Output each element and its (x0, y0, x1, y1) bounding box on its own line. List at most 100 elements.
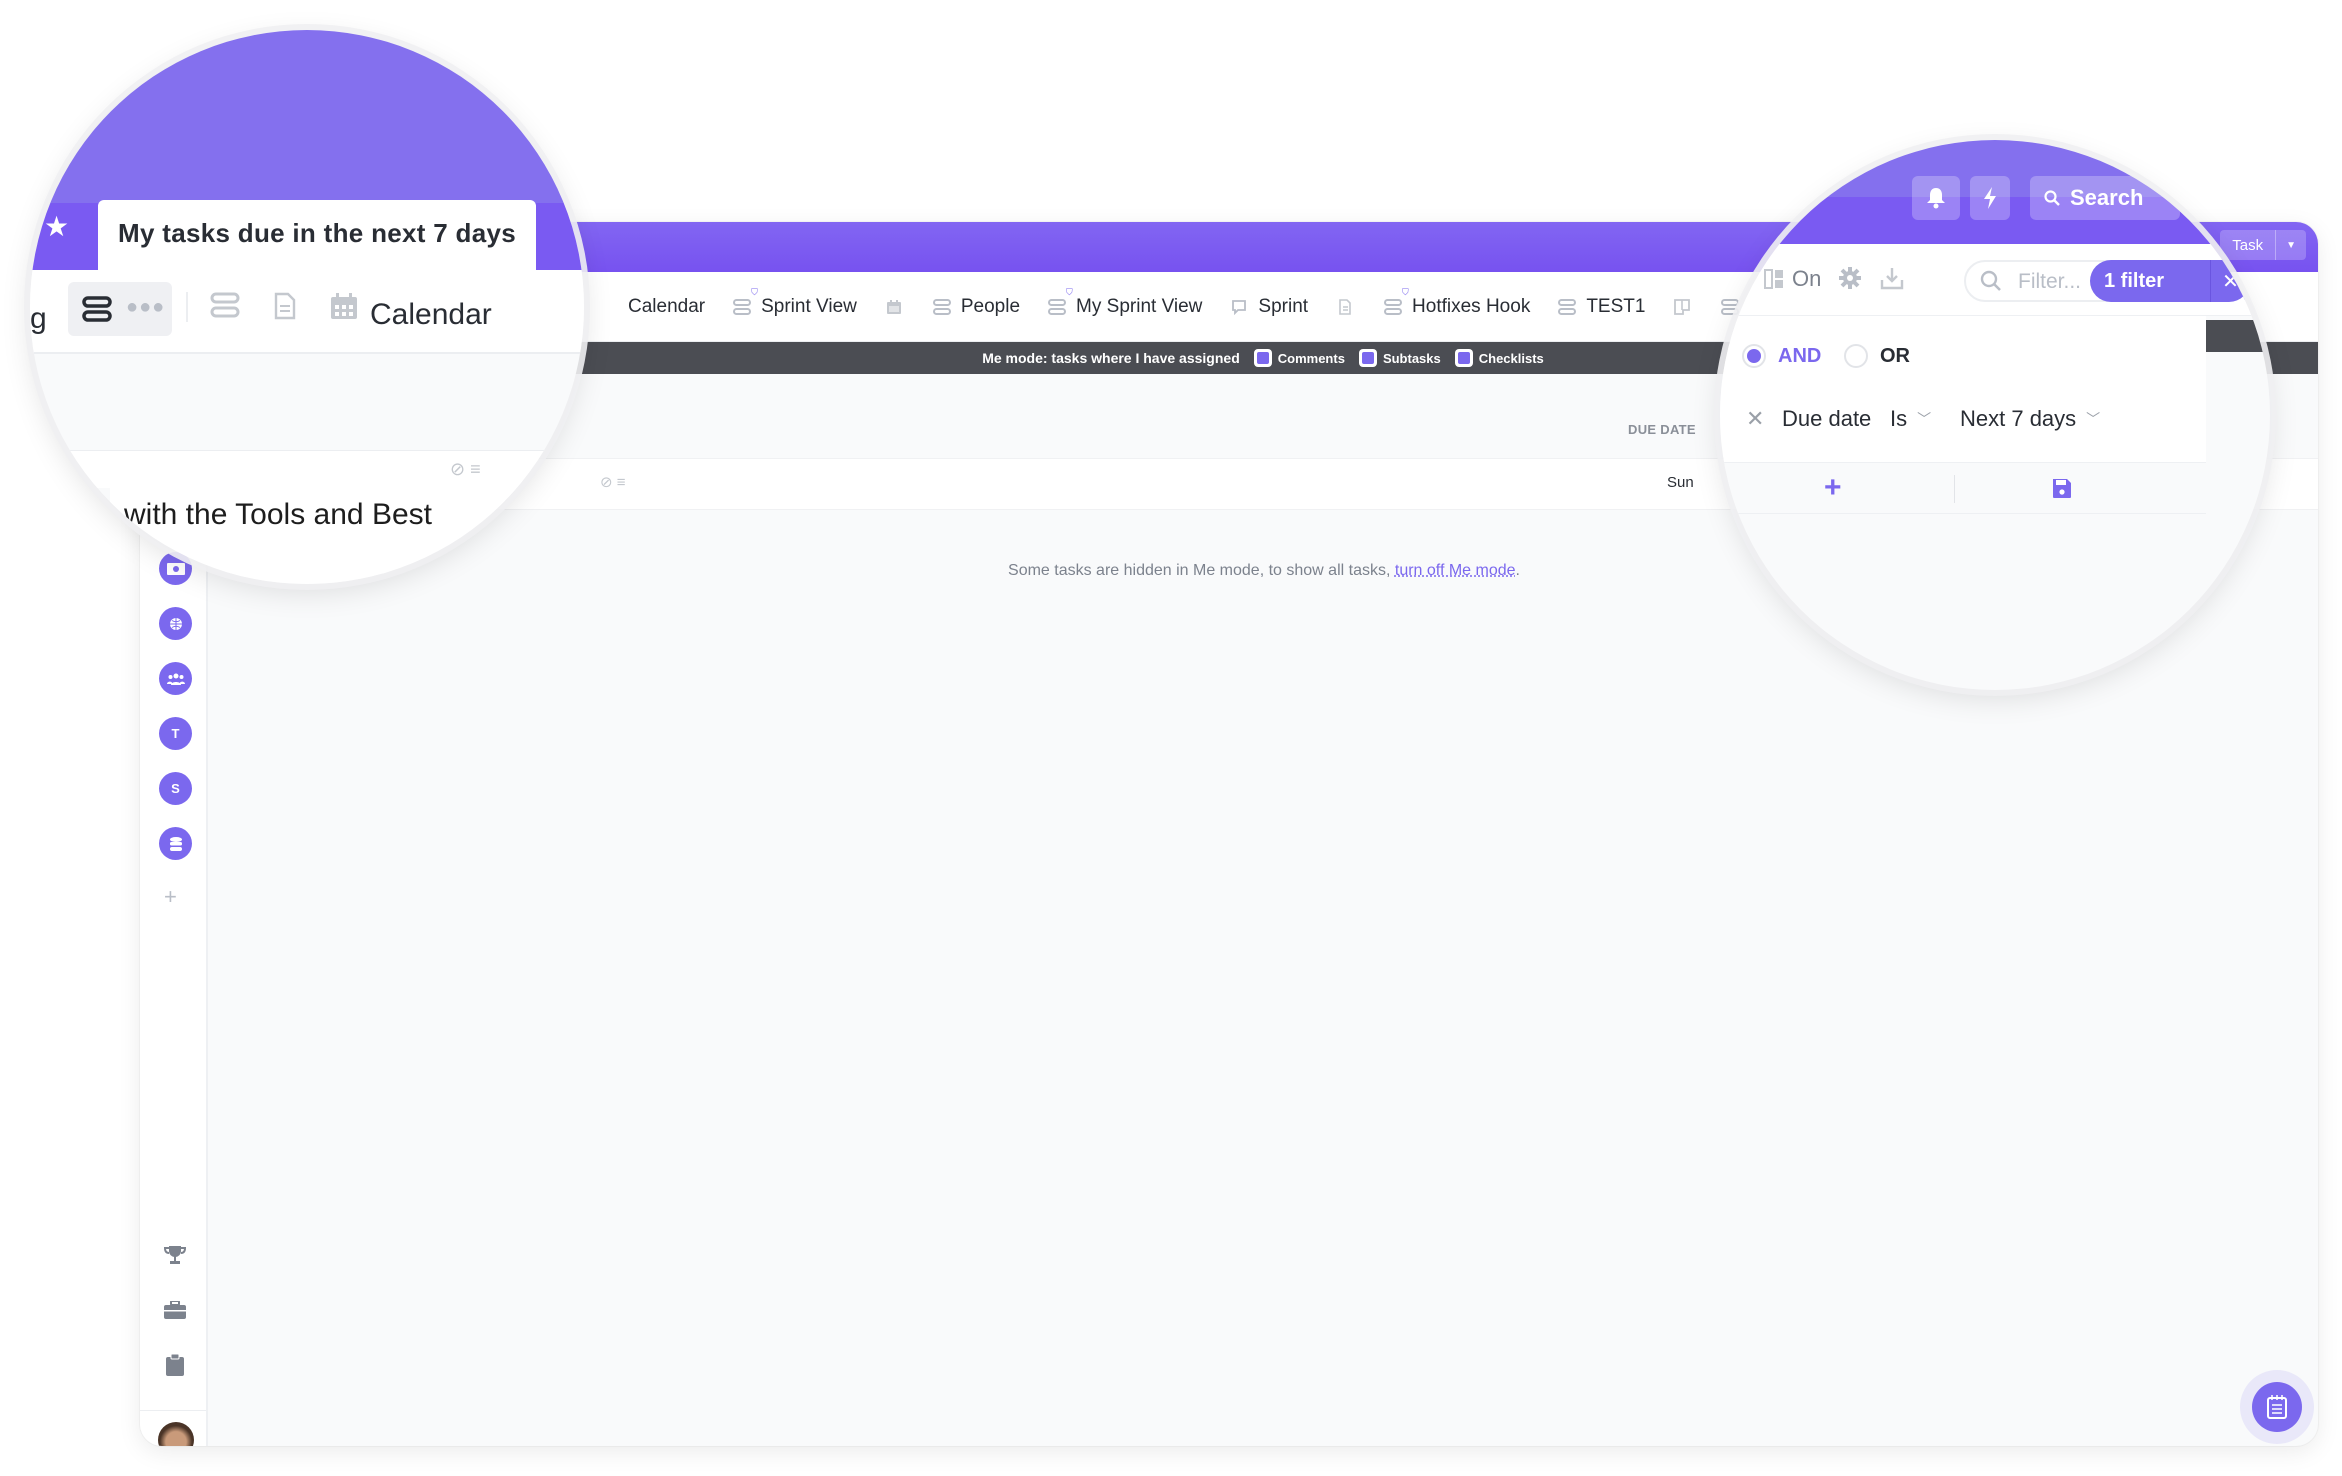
clear-filter-button[interactable]: ✕ (2210, 260, 2250, 302)
add-filter-button[interactable]: + (1824, 471, 1842, 505)
list-icon: ⛉ (1382, 287, 1409, 317)
chevron-down-icon: ﹀ (1917, 411, 1932, 427)
view-tab-hotfixes-hook[interactable]: ⛉ Hotfixes Hook (1382, 287, 1530, 318)
column-header-due-date[interactable]: DUE DATE (1628, 422, 1696, 437)
actions-divider (1954, 475, 1955, 503)
doc-icon (1334, 297, 1356, 317)
attachment-icon: ⊘ ≡ (450, 459, 481, 479)
shield-icon: ⛉ (1402, 286, 1409, 297)
turn-off-me-mode-link[interactable]: turn off Me mode (1395, 562, 1516, 579)
radio-label: OR (1880, 344, 1910, 367)
briefcase-icon[interactable] (162, 1297, 188, 1323)
hidden-message-text: Some tasks are hidden in Me mode, to sho… (1008, 562, 1395, 579)
task-title-fragment[interactable]: with the Tools and Best (110, 488, 584, 584)
filter-panel: AND OR ✕ Due date Is ﹀ Next 7 days ﹀ (1720, 316, 2206, 462)
quick-action-button[interactable] (1970, 176, 2010, 220)
me-mode-comments-checkbox[interactable]: Comments (1253, 349, 1345, 367)
me-mode-subtasks-checkbox[interactable]: Subtasks (1358, 349, 1441, 367)
space-team-icon[interactable] (159, 662, 192, 695)
list-icon: ⛉ (1046, 287, 1073, 317)
space-avatar-s[interactable]: S (159, 772, 192, 805)
lightning-icon (1984, 187, 1996, 209)
calendar-icon (883, 297, 905, 317)
shield-icon: ⛉ (751, 286, 758, 297)
active-view-tab[interactable]: My tasks due in the next 7 days (98, 200, 536, 270)
magnified-sidebar-edge (90, 488, 92, 584)
settings-gear-icon[interactable] (1838, 266, 1862, 295)
view-tab-label: People (960, 295, 1021, 317)
space-avatar-t[interactable]: T (159, 717, 192, 750)
magnified-task-row[interactable]: ⊘ ≡ (30, 450, 584, 488)
view-tab-calendar-2[interactable] (883, 297, 905, 317)
view-tab-board[interactable] (1671, 297, 1693, 317)
operator-label: Is (1890, 406, 1908, 431)
bell-icon (1927, 188, 1945, 209)
search-icon (2044, 190, 2060, 206)
view-tab-doc[interactable] (1334, 297, 1356, 317)
space-database-icon[interactable] (159, 827, 192, 860)
filter-operator-select[interactable]: Is ﹀ (1890, 406, 1931, 432)
list-icon (82, 296, 112, 327)
view-tab-label: Calendar (628, 295, 706, 317)
view-tab-label: My Sprint View (1076, 295, 1203, 317)
list-icon: ⛉ (731, 287, 758, 317)
me-mode-toggle-label: On (1792, 266, 1822, 291)
filter-placeholder: Filter... (2018, 270, 2082, 293)
search-icon (1980, 270, 2002, 297)
me-mode-toggle[interactable]: On (1764, 266, 1821, 292)
radio-label: AND (1778, 344, 1822, 367)
new-task-dropdown-caret[interactable]: ▼ (2275, 230, 2306, 260)
view-tab-my-sprint-view[interactable]: ⛉ My Sprint View (1046, 287, 1203, 318)
calendar-icon[interactable] (330, 292, 358, 325)
logic-and-radio[interactable]: AND (1742, 344, 1821, 368)
save-filter-button[interactable] (2052, 477, 2072, 504)
doc-icon[interactable] (274, 292, 296, 325)
magnifier-filter-panel: Search ▼ On Filter... 1 filter ✕ AND (1720, 140, 2270, 690)
space-globe-icon[interactable] (159, 607, 192, 640)
view-tab-people[interactable]: People (931, 296, 1020, 318)
chat-icon (1228, 297, 1250, 317)
me-mode-bar-edge (2206, 320, 2270, 352)
remove-condition-icon[interactable]: ✕ (1746, 406, 1764, 432)
view-tab-test1[interactable]: TEST1 (1556, 296, 1645, 318)
partial-view-label: g (30, 302, 47, 335)
favorite-star-icon[interactable]: ★ (44, 210, 69, 243)
download-icon[interactable] (1880, 266, 1904, 295)
notifications-button[interactable] (1912, 176, 1960, 220)
magnifier-view-tabs: ★ My tasks due in the next 7 days g ●●● … (30, 30, 584, 584)
logic-or-radio[interactable]: OR (1844, 344, 1910, 368)
save-icon (2053, 479, 2071, 498)
hidden-message-suffix: . (1515, 562, 1520, 579)
view-tab-calendar-magnified[interactable]: Calendar (370, 298, 492, 332)
view-tab-label: TEST1 (1586, 295, 1646, 317)
clipboard-icon[interactable] (162, 1352, 188, 1378)
value-label: Next 7 days (1960, 406, 2077, 431)
view-tab-sprint-view[interactable]: ⛉ Sprint View (731, 287, 857, 318)
list-icon (1556, 297, 1578, 317)
search-button[interactable]: Search (2030, 176, 2180, 220)
task-due-date[interactable]: Sun (1667, 474, 1694, 491)
list-icon[interactable] (210, 292, 240, 323)
active-list-view-button[interactable]: ●●● (68, 282, 172, 336)
list-icon (931, 297, 953, 317)
filter-field-select[interactable]: Due date (1782, 406, 1871, 432)
more-options-icon[interactable]: ●●● (126, 296, 165, 319)
checkbox-label: Checklists (1478, 350, 1544, 366)
trophy-icon[interactable] (162, 1242, 188, 1268)
view-tab-sprint[interactable]: Sprint (1228, 296, 1308, 318)
filter-value-select[interactable]: Next 7 days ﹀ (1960, 406, 2100, 432)
checkbox-label: Subtasks (1382, 350, 1441, 366)
toolbar-separator (186, 292, 188, 322)
me-mode-checklists-checkbox[interactable]: Checklists (1454, 349, 1544, 367)
filter-input[interactable]: Filter... 1 filter ✕ (1964, 260, 2250, 302)
add-space-button[interactable]: + (164, 884, 177, 910)
view-tab-calendar[interactable]: Calendar (628, 296, 705, 318)
sidebar-divider (140, 1410, 206, 1411)
me-mode-text: Me mode: tasks where I have assigned (982, 350, 1240, 366)
checkbox-label: Comments (1277, 350, 1345, 366)
view-tab-label: Sprint (1258, 295, 1309, 317)
user-avatar[interactable] (158, 1422, 194, 1446)
active-filter-badge[interactable]: 1 filter ✕ (2090, 260, 2250, 302)
filter-count-label: 1 filter (2104, 269, 2165, 292)
notepad-button[interactable] (2252, 1382, 2302, 1432)
